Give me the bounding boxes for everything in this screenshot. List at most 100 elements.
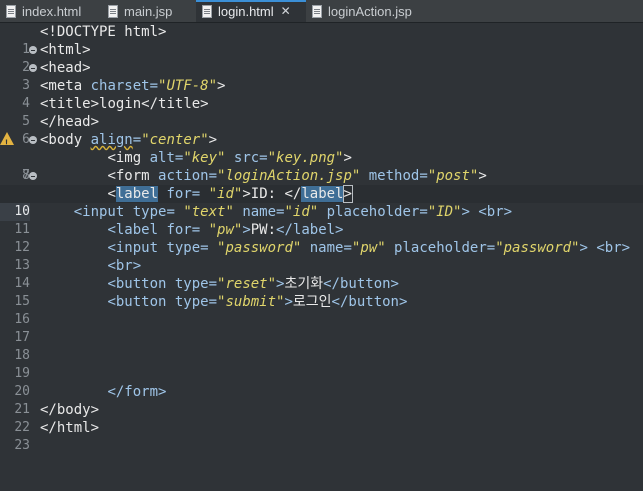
- form-tag: <form: [107, 168, 150, 184]
- code-editor[interactable]: 1 <!DOCTYPE html> 2 <html> 3 <head> 4 <m…: [0, 22, 643, 453]
- input-tag: <input: [107, 240, 159, 256]
- attr-name: name=: [301, 240, 352, 256]
- tag-end: >: [343, 150, 352, 166]
- code-line: 23 </html>: [0, 419, 643, 453]
- button-text: 로그인: [292, 294, 332, 310]
- code-line: 18: [0, 329, 643, 363]
- jsp-file-icon: [108, 4, 118, 18]
- attr-value: "key": [183, 150, 226, 166]
- img-tag: <img: [107, 150, 142, 166]
- attr-name: type=: [166, 294, 218, 310]
- br-tag: <br>: [596, 240, 631, 256]
- button-tag: <button: [107, 294, 167, 310]
- attr-name: for=: [158, 222, 209, 238]
- code-line: 13 <input type= "password" name="pw" pla…: [0, 239, 643, 273]
- button-close-tag: </button>: [331, 294, 408, 310]
- attr-name: action=: [149, 168, 218, 184]
- attr-value: "password": [217, 240, 302, 256]
- button-close-tag: </button>: [323, 276, 399, 292]
- code-line: 12 <label for= "pw">PW:</label>: [0, 221, 643, 255]
- attr-name-warning: align: [90, 132, 133, 148]
- code-line: 20: [0, 365, 643, 399]
- code-line: 6 </head>: [0, 113, 643, 147]
- attr-value: "post": [427, 168, 479, 184]
- form-close-tag: </form>: [107, 384, 167, 400]
- label-tag-highlight: label: [115, 186, 159, 202]
- button-tag: <button: [107, 276, 167, 292]
- label-tag: <label: [107, 222, 159, 238]
- attr-name: method=: [360, 168, 428, 184]
- tag-end: >: [478, 168, 487, 184]
- code-line: 11 <input type= "text" name="id" placeho…: [0, 203, 643, 237]
- attr-eq: =: [132, 132, 142, 148]
- tab-label: index.html: [22, 3, 82, 19]
- attr-value: "key.png": [267, 150, 344, 166]
- fold-toggle-icon[interactable]: [29, 64, 37, 72]
- tab-label: loginAction.jsp: [328, 3, 412, 19]
- code-line: 17: [0, 311, 643, 345]
- code-line: 1 <!DOCTYPE html>: [0, 23, 643, 57]
- code-line: 3 <head>: [0, 59, 643, 93]
- code-line: 8 <img alt="key" src="key.png">: [0, 149, 643, 183]
- tag-end: >: [284, 294, 293, 310]
- fold-toggle-icon[interactable]: [29, 46, 37, 54]
- tag-end: >: [208, 132, 218, 148]
- attr-value: "reset": [217, 276, 277, 292]
- html-file-icon: [202, 4, 212, 18]
- tab-login-html[interactable]: login.html ✕: [196, 0, 306, 22]
- attr-value: "center": [141, 132, 209, 148]
- input-tag: <input: [73, 204, 125, 220]
- close-tab-icon[interactable]: ✕: [281, 4, 291, 18]
- code-line: 4 <meta charset="UTF-8">: [0, 77, 643, 111]
- head-close-tag: </head>: [40, 114, 100, 130]
- label-close-tag: </label>: [276, 222, 344, 238]
- attr-name: src=: [225, 150, 268, 166]
- code-line: 22 </body>: [0, 401, 643, 435]
- attr-value: "id": [284, 204, 319, 220]
- attr-name: type=: [124, 204, 184, 220]
- tab-label: login.html: [218, 3, 274, 19]
- button-text: 초기화: [284, 276, 324, 292]
- attr-value: "UTF-8": [158, 78, 218, 94]
- jsp-file-icon: [312, 4, 322, 18]
- code-line: 15 <button type="reset">초기화</button>: [0, 275, 643, 309]
- title-close-tag: </title>: [141, 96, 209, 112]
- attr-name: for=: [158, 186, 209, 202]
- warning-icon[interactable]: [0, 132, 14, 152]
- tag-end: >: [242, 186, 251, 202]
- br-tag: <br>: [107, 258, 142, 274]
- attr-name: name=: [233, 204, 285, 220]
- label-text: PW:: [250, 222, 277, 238]
- label-close-highlight: label: [301, 186, 344, 202]
- attr-value: "pw": [208, 222, 243, 238]
- head-open-tag: <head>: [40, 60, 91, 76]
- code-line: 7 <body align="center">: [0, 131, 643, 183]
- attr-name: alt=: [141, 150, 184, 166]
- line-number: 23: [14, 438, 30, 453]
- attr-value: "pw": [351, 240, 386, 256]
- tag-end: >: [461, 204, 479, 220]
- tag-end: >: [342, 185, 353, 203]
- br-tag: <br>: [478, 204, 513, 220]
- attr-value: "password": [495, 240, 580, 256]
- attr-value: "submit": [217, 294, 285, 310]
- tag-end: >: [217, 78, 226, 94]
- tab-main-jsp[interactable]: main.jsp: [102, 0, 196, 22]
- tab-index-html[interactable]: index.html: [0, 0, 102, 22]
- attr-value: "loginAction.jsp": [217, 168, 361, 184]
- code-line: 19: [0, 347, 643, 381]
- code-line: 9 <form action="loginAction.jsp" method=…: [0, 167, 643, 201]
- meta-tag: <meta: [40, 78, 83, 94]
- attr-name: charset=: [82, 78, 159, 94]
- tab-label: main.jsp: [124, 3, 173, 19]
- code-line: 21 </form>: [0, 383, 643, 417]
- title-open-tag: <title>: [40, 96, 100, 112]
- fold-toggle-icon[interactable]: [29, 172, 37, 180]
- body-tag: <body: [40, 132, 83, 148]
- code-line: 2 <html>: [0, 41, 643, 75]
- tag-bracket: <: [107, 186, 116, 202]
- tab-loginaction-jsp[interactable]: loginAction.jsp: [306, 0, 426, 22]
- attr-name: type=: [158, 240, 218, 256]
- fold-toggle-icon[interactable]: [29, 136, 37, 144]
- attr-name: placeholder=: [385, 240, 496, 256]
